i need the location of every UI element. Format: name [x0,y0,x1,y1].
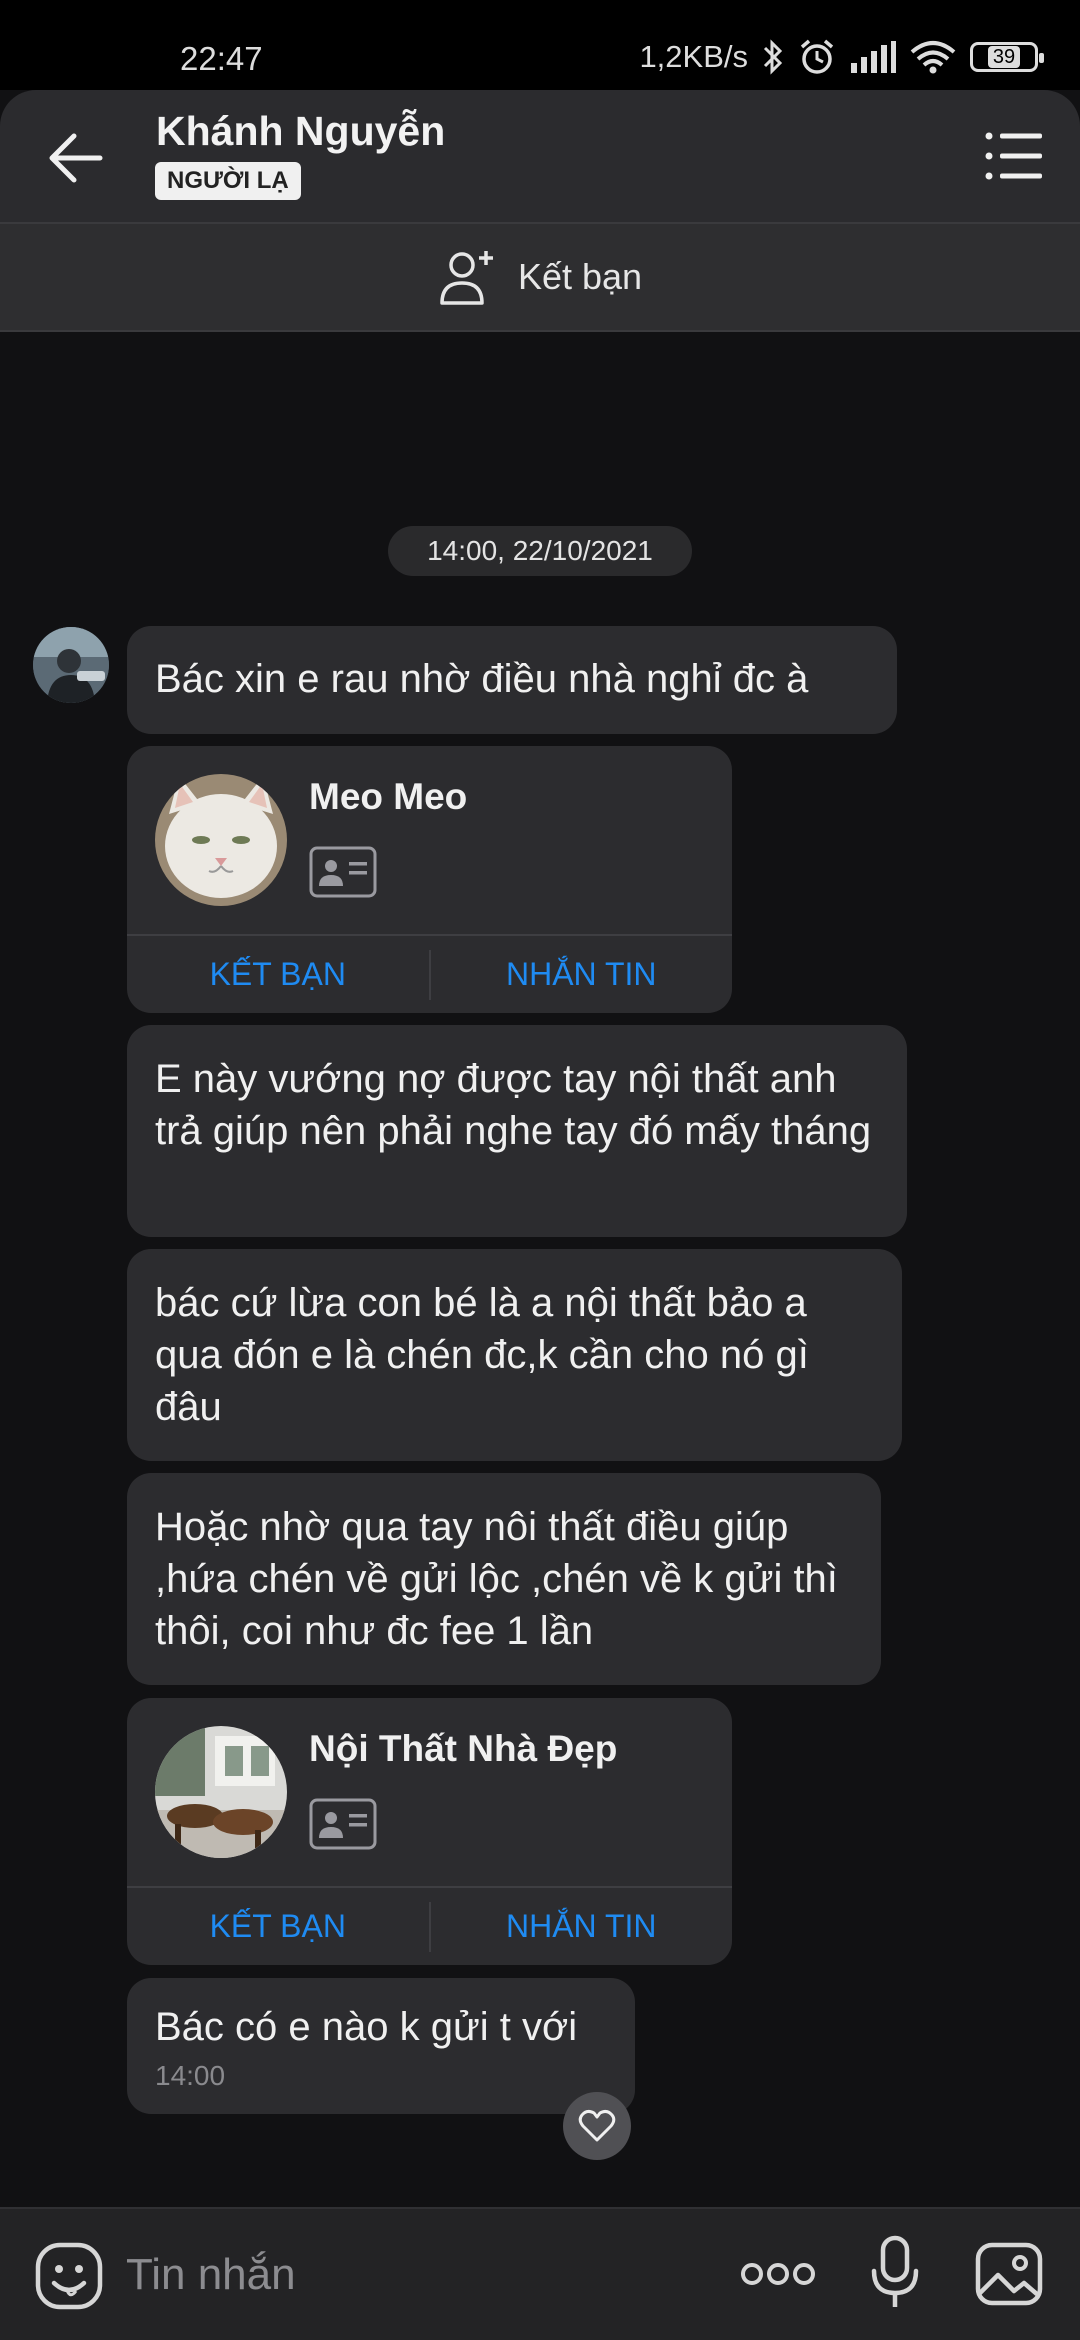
microphone-icon[interactable] [870,2235,920,2313]
battery-level: 39 [987,46,1021,68]
stranger-badge: NGƯỜI LẠ [155,162,301,200]
add-friend-card-button[interactable]: KẾT BẠN [127,936,429,1013]
contact-card-avatar[interactable] [155,1726,287,1858]
image-icon[interactable] [974,2239,1044,2309]
message-text: Hoặc nhờ qua tay nôi thất điều giúp ,hứa… [155,1505,838,1653]
chat-header: Khánh Nguyễn NGƯỜI LẠ [0,90,1080,222]
message-text: E này vướng nợ được tay nội thất anh trả… [155,1057,872,1153]
message-bubble[interactable]: bác cứ lừa con bé là a nội thất bảo a qu… [127,1249,902,1461]
battery-icon: 39 [970,42,1044,72]
id-card-icon [309,1798,377,1850]
network-speed: 1,2KB/s [639,39,748,74]
add-friend-button[interactable]: Kết bạn [0,222,1080,332]
id-card-icon [309,846,377,898]
status-bar: 22:47 1,2KB/s 39 [0,0,1080,90]
contact-card[interactable]: Nội Thất Nhà Đẹp KẾT BẠN NHẮN TIN [127,1698,732,1965]
bluetooth-icon [763,39,783,75]
contact-name[interactable]: Khánh Nguyễn [156,108,445,155]
add-friend-card-button[interactable]: KẾT BẠN [127,1888,429,1965]
more-dots-icon[interactable] [740,2261,816,2287]
message-time: 14:00 [155,2060,226,2091]
contact-card-avatar[interactable] [155,774,287,906]
contact-card-actions: KẾT BẠN NHẮN TIN [127,1886,732,1965]
message-bubble[interactable]: Bác xin e rau nhờ điều nhà nghỉ đc à [127,626,897,734]
add-user-icon [440,251,493,305]
status-indicators: 1,2KB/s 39 [639,38,1044,76]
message-bubble[interactable]: Bác có e nào k gửi t với 14:00 [127,1978,635,2114]
contact-card[interactable]: Meo Meo KẾT BẠN NHẮN TIN [127,746,732,1013]
message-bubble[interactable]: E này vướng nợ được tay nội thất anh trả… [127,1025,907,1237]
contact-card-name: Nội Thất Nhà Đẹp [309,1728,618,1769]
back-arrow-icon[interactable] [44,126,108,190]
avatar[interactable] [33,627,109,703]
emoji-icon[interactable] [34,2241,104,2311]
send-message-card-button[interactable]: NHẮN TIN [431,936,733,1013]
alarm-icon [800,39,834,74]
wifi-icon [910,41,956,74]
message-text: Bác có e nào k gửi t với [155,2005,578,2049]
message-bubble[interactable]: Hoặc nhờ qua tay nôi thất điều giúp ,hứa… [127,1473,881,1685]
contact-card-name: Meo Meo [309,776,468,817]
menu-list-icon[interactable] [984,130,1044,182]
heart-icon [578,2109,616,2142]
react-heart-button[interactable] [563,2092,631,2160]
message-input-bar [0,2207,1080,2340]
message-text: Bác xin e rau nhờ điều nhà nghỉ đc à [155,657,809,701]
contact-card-actions: KẾT BẠN NHẮN TIN [127,934,732,1013]
signal-icon [851,41,896,73]
message-input[interactable] [126,2245,686,2305]
date-timestamp: 14:00, 22/10/2021 [388,526,692,576]
message-text: bác cứ lừa con bé là a nội thất bảo a qu… [155,1281,809,1429]
add-friend-label: Kết bạn [517,256,643,297]
send-message-card-button[interactable]: NHẮN TIN [431,1888,733,1965]
status-time: 22:47 [180,40,263,77]
